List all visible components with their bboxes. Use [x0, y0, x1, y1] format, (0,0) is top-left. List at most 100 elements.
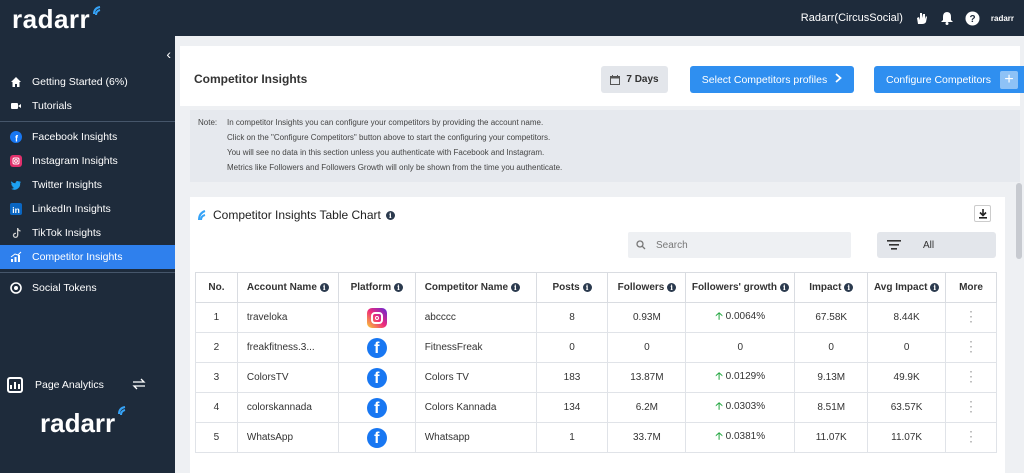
table-row[interactable]: 5 WhatsApp f Whatsapp 1 33.7M 🡡 0.0381% 11.07K 11…: [195, 422, 997, 453]
sidebar-item-instagram-insights[interactable]: Instagram Insights: [0, 149, 175, 173]
cell-account: traveloka: [236, 302, 339, 333]
search-input[interactable]: [656, 239, 836, 251]
info-icon[interactable]: i: [385, 210, 395, 220]
note-line: You will see no data in this section unl…: [227, 148, 545, 157]
growth-value: 0.0064%: [725, 311, 766, 322]
logo-text: radarr: [40, 408, 116, 438]
table-row[interactable]: 3 ColorsTV f Colors TV 183 13.87M 🡡 0.0129% 9.13…: [195, 362, 997, 393]
info-icon[interactable]: i: [779, 283, 789, 292]
sidebar-item-label: Instagram Insights: [32, 155, 118, 167]
info-icon[interactable]: i: [844, 283, 854, 292]
token-icon: [9, 281, 23, 295]
instagram-icon: [9, 154, 23, 168]
info-icon[interactable]: i: [319, 283, 329, 292]
cell-followers: 0: [607, 332, 687, 363]
table-row[interactable]: 2 freakfitness.3... f FitnessFreak 0 0 0 0 0 ⋮: [195, 332, 997, 363]
signal-icon: [93, 6, 101, 16]
note-line: In competitor Insights you can configure…: [227, 118, 544, 127]
calendar-icon: [610, 74, 621, 85]
divider: [0, 121, 175, 122]
filter-icon: [887, 240, 901, 250]
info-icon[interactable]: i: [393, 283, 403, 292]
hand-wave-icon[interactable]: [913, 10, 929, 26]
col-account-name[interactable]: Account Name i: [236, 272, 339, 303]
cell-growth: 🡡 0.0381%: [685, 422, 796, 453]
col-avg-impact[interactable]: Avg Impact i: [867, 272, 947, 303]
more-options-icon[interactable]: ⋮: [964, 398, 978, 414]
filter-dropdown[interactable]: All: [877, 232, 996, 258]
scrollbar-thumb[interactable]: [1016, 183, 1022, 259]
col-followers[interactable]: Followers i: [607, 272, 687, 303]
cell-more: ⋮: [945, 302, 997, 333]
cell-followers: 6.2M: [607, 392, 687, 423]
date-range-button[interactable]: 7 Days: [601, 66, 668, 93]
sidebar-item-label: Competitor Insights: [32, 251, 123, 263]
col-impact[interactable]: Impact i: [794, 272, 869, 303]
more-options-icon[interactable]: ⋮: [964, 368, 978, 384]
configure-competitors-button[interactable]: Configure Competitors +: [874, 66, 1024, 93]
sidebar-item-linkedin-insights[interactable]: in LinkedIn Insights: [0, 197, 175, 221]
more-options-icon[interactable]: ⋮: [964, 338, 978, 354]
col-platform[interactable]: Platform i: [337, 272, 416, 303]
sidebar-item-competitor-insights[interactable]: Competitor Insights: [0, 245, 175, 269]
growth-value: 0.0129%: [725, 371, 766, 382]
growth-value: 0: [737, 342, 744, 353]
help-icon[interactable]: ?: [965, 10, 981, 26]
download-button[interactable]: [974, 205, 991, 222]
radarr-logo[interactable]: radarr: [12, 4, 90, 35]
more-options-icon[interactable]: ⋮: [964, 428, 978, 444]
table-row[interactable]: 1 traveloka abcccc 8 0.93M 🡡 0.0064% 67.58K 8.44…: [195, 302, 997, 333]
sidebar-item-tiktok-insights[interactable]: TikTok Insights: [0, 221, 175, 245]
select-competitors-button[interactable]: Select Competitors profiles: [690, 66, 854, 93]
filter-label: All: [923, 239, 935, 251]
account-name[interactable]: Radarr(CircusSocial): [801, 12, 903, 24]
date-range-label: 7 Days: [626, 74, 659, 85]
col-posts[interactable]: Posts i: [535, 272, 609, 303]
sidebar-item-social-tokens[interactable]: Social Tokens: [0, 276, 175, 300]
cell-account: freakfitness.3...: [236, 332, 339, 363]
competitor-table: No. Account Name i Platform i Competitor…: [195, 272, 997, 453]
cell-more: ⋮: [945, 422, 997, 453]
cell-more: ⋮: [945, 392, 997, 423]
col-competitor-name[interactable]: Competitor Name i: [414, 272, 537, 303]
cell-competitor: Colors TV: [414, 362, 537, 393]
instagram-icon: [366, 307, 387, 328]
cell-no: 1: [195, 302, 238, 333]
info-icon[interactable]: i: [582, 283, 592, 292]
bell-icon[interactable]: [939, 10, 955, 26]
facebook-icon: f: [366, 427, 387, 448]
sidebar-item-facebook-insights[interactable]: f Facebook Insights: [0, 125, 175, 149]
info-icon[interactable]: i: [510, 283, 520, 292]
facebook-icon: f: [9, 130, 23, 144]
more-options-icon[interactable]: ⋮: [964, 308, 978, 324]
sidebar-item-twitter-insights[interactable]: Twitter Insights: [0, 173, 175, 197]
page-analytics-label: Page Analytics: [35, 379, 104, 391]
table-header-row: No. Account Name i Platform i Competitor…: [195, 272, 997, 303]
cell-platform: f: [337, 422, 416, 453]
twitter-icon: [9, 178, 23, 192]
page-analytics-toggle[interactable]: Page Analytics: [7, 377, 167, 393]
header-label: Followers: [617, 282, 665, 293]
header-label: No.: [208, 282, 225, 293]
sidebar-item-getting-started[interactable]: Getting Started (6%): [0, 70, 175, 94]
sidebar-item-label: Facebook Insights: [32, 131, 118, 143]
col-followers-growth[interactable]: Followers' growth i: [685, 272, 796, 303]
info-icon[interactable]: i: [930, 283, 940, 292]
note-box: Note: In competitor Insights you can con…: [190, 110, 1020, 182]
mini-logo[interactable]: radarr: [991, 14, 1014, 23]
video-icon: [9, 99, 23, 113]
cell-more: ⋮: [945, 332, 997, 363]
svg-text:in: in: [12, 205, 20, 215]
sidebar-item-tutorials[interactable]: Tutorials: [0, 94, 175, 118]
cell-more: ⋮: [945, 362, 997, 393]
table-row[interactable]: 4 colorskannada f Colors Kannada 134 6.2M 🡡 0.0…: [195, 392, 997, 423]
swap-icon[interactable]: [132, 378, 146, 393]
facebook-icon: f: [366, 337, 387, 358]
cell-avg-impact: 0: [867, 332, 947, 363]
collapse-sidebar-icon[interactable]: ‹: [166, 46, 171, 62]
sidebar-item-label: Twitter Insights: [32, 179, 103, 191]
cell-growth: 0: [685, 332, 796, 363]
info-icon[interactable]: i: [667, 283, 677, 292]
cell-competitor: FitnessFreak: [414, 332, 537, 363]
cell-account: WhatsApp: [236, 422, 339, 453]
